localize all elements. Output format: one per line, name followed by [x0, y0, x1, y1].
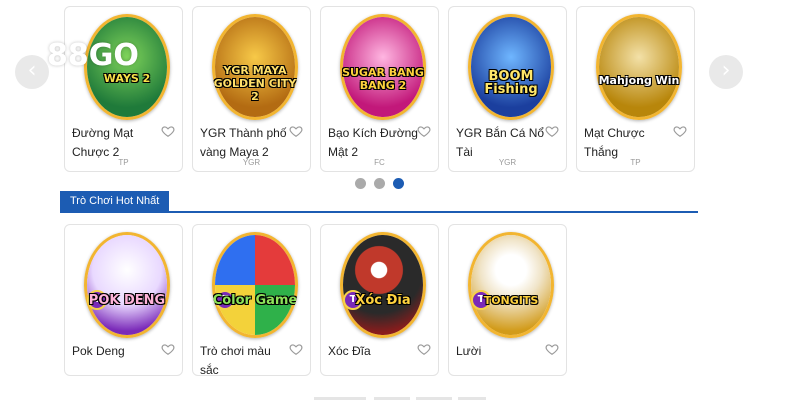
next-arrow-button[interactable]: ›	[709, 55, 743, 89]
game-thumbnail[interactable]: T POK DENG	[84, 232, 170, 338]
game-name: Trò chơi màu sắc	[200, 344, 271, 377]
provider-label: TP	[630, 158, 641, 167]
game-art-title: Color Game	[212, 293, 298, 308]
game-name: YGR Thành phố vàng Maya 2	[200, 126, 287, 159]
chevron-right-icon: ›	[721, 58, 731, 83]
game-thumbnail[interactable]: T Xóc Đĩa	[340, 232, 426, 338]
section-title: Trò Chơi Hot Nhất	[60, 191, 170, 212]
provider-label: YGR	[498, 158, 517, 167]
brand-logo: 88GO	[47, 38, 139, 73]
game-name: YGR Bắn Cá Nổ Tài	[456, 126, 545, 159]
heart-icon[interactable]	[545, 342, 559, 356]
heart-icon[interactable]	[289, 124, 303, 138]
game-thumbnail[interactable]: T TONGITS	[468, 232, 554, 338]
game-card[interactable]: Mahjong Win Mạt Chược Thắng TP	[576, 6, 695, 172]
game-art-title: TONGITS	[483, 294, 539, 307]
carousel-dot-active[interactable]	[393, 178, 404, 189]
heart-icon[interactable]	[417, 342, 431, 356]
provider-label: YGR	[242, 158, 261, 167]
game-name: Pok Deng	[72, 344, 125, 358]
game-card[interactable]: T POK DENG Pok Deng	[64, 224, 183, 376]
provider-label: TP	[118, 158, 129, 167]
section-divider	[60, 211, 698, 213]
game-art-title: SUGAR BANG BANG 2	[342, 66, 424, 92]
game-name: Bạo Kích Đường Mật 2	[328, 126, 418, 159]
heart-icon[interactable]	[289, 342, 303, 356]
game-thumbnail[interactable]: T Color Game	[212, 232, 298, 338]
game-name: Đường Mạt Chược 2	[72, 126, 134, 159]
heart-icon[interactable]	[673, 124, 687, 138]
heart-icon[interactable]	[161, 342, 175, 356]
game-art-title: Xóc Đĩa	[355, 293, 411, 308]
game-card[interactable]: T Xóc Đĩa Xóc Đĩa	[320, 224, 439, 376]
prev-arrow-button[interactable]: ‹	[15, 55, 49, 89]
game-card[interactable]: YGR MAYA GOLDEN CITY 2 YGR Thành phố vàn…	[192, 6, 311, 172]
carousel-dot[interactable]	[355, 178, 366, 189]
chevron-left-icon: ‹	[27, 58, 37, 83]
game-name: Mạt Chược Thắng	[584, 126, 645, 159]
heart-icon[interactable]	[417, 124, 431, 138]
game-art-title: Mahjong Win	[598, 74, 680, 87]
heart-icon[interactable]	[545, 124, 559, 138]
game-thumbnail[interactable]: BOOM Fishing	[468, 14, 554, 120]
game-art-title: BOOM Fishing	[484, 69, 538, 97]
provider-label: FC	[374, 158, 385, 167]
game-art-title: WAYS 2	[103, 72, 151, 85]
game-thumbnail[interactable]: Mahjong Win	[596, 14, 682, 120]
game-art-title: YGR MAYA GOLDEN CITY 2	[213, 64, 297, 103]
game-name: Lười	[456, 344, 482, 358]
carousel-dot[interactable]	[374, 178, 385, 189]
game-art-title: POK DENG	[88, 293, 166, 308]
game-thumbnail[interactable]: SUGAR BANG BANG 2	[340, 14, 426, 120]
game-card[interactable]: SUGAR BANG BANG 2 Bạo Kích Đường Mật 2 F…	[320, 6, 439, 172]
game-thumbnail[interactable]: YGR MAYA GOLDEN CITY 2	[212, 14, 298, 120]
game-name: Xóc Đĩa	[328, 344, 371, 358]
game-card[interactable]: T Color Game Trò chơi màu sắc	[192, 224, 311, 377]
heart-icon[interactable]	[161, 124, 175, 138]
game-card[interactable]: BOOM Fishing YGR Bắn Cá Nổ Tài YGR	[448, 6, 567, 172]
game-card[interactable]: T TONGITS Lười	[448, 224, 567, 376]
game-card[interactable]: WAYS 2 Đường Mạt Chược 2 TP	[64, 6, 183, 172]
